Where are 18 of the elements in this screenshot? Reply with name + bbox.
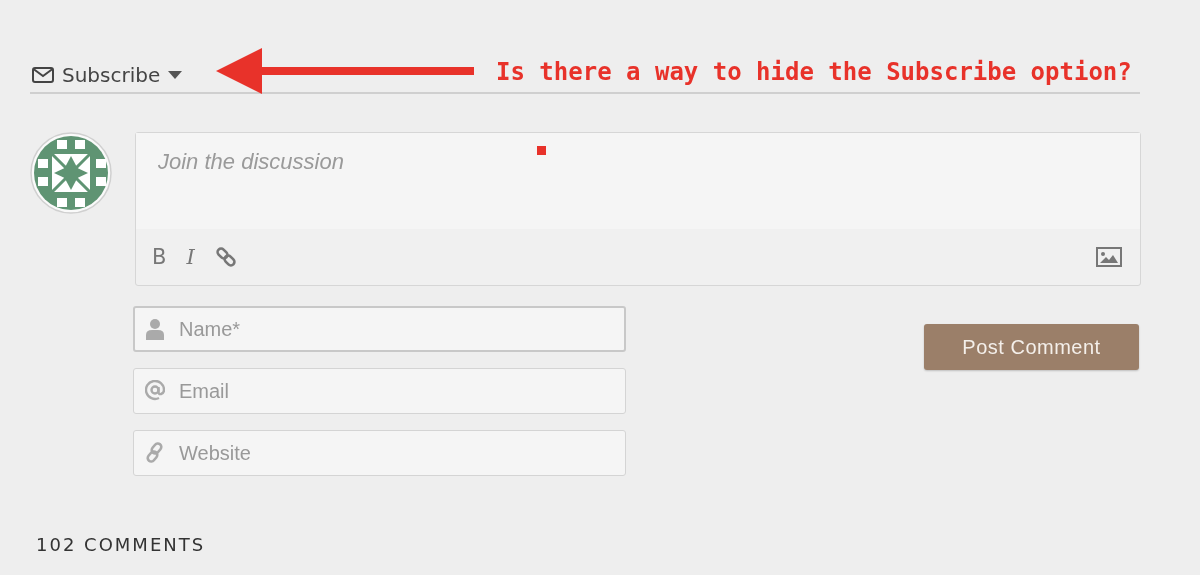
image-icon[interactable] [1096, 247, 1122, 267]
envelope-icon [32, 67, 54, 83]
link-icon[interactable] [214, 246, 237, 268]
subscribe-dropdown[interactable]: Subscribe [32, 63, 183, 87]
annotation-text: Is there a way to hide the Subscribe option? [496, 58, 1132, 86]
person-icon [145, 318, 165, 340]
comment-input[interactable]: Join the discussion [136, 133, 1140, 229]
comments-heading: 102 COMMENTS [36, 534, 207, 555]
at-sign-icon [145, 380, 165, 402]
link-icon [145, 442, 165, 464]
bold-button[interactable]: B [152, 245, 167, 269]
name-field[interactable]: Name* [133, 306, 626, 352]
website-field[interactable]: Website [133, 430, 626, 476]
caret-icon [168, 71, 183, 79]
post-comment-button[interactable]: Post Comment [924, 324, 1139, 370]
avatar-icon [30, 132, 112, 214]
italic-button[interactable]: I [186, 245, 195, 269]
email-field[interactable]: Email [133, 368, 626, 414]
